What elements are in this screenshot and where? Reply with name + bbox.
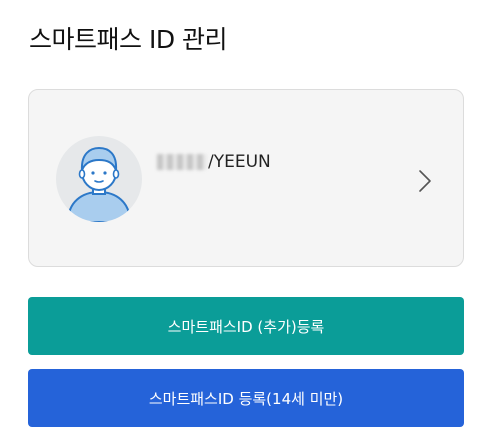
- chevron-right-icon[interactable]: [417, 169, 433, 193]
- user-id-text: /YEEUN: [157, 152, 271, 172]
- profile-card[interactable]: /YEEUN: [28, 89, 464, 267]
- user-avatar-icon: [56, 136, 142, 222]
- register-minor-smartpass-id-button[interactable]: 스마트패스ID 등록(14세 미만): [28, 369, 464, 427]
- smartpass-id-management-page: 스마트패스 ID 관리 /YEEUN 스마트패스ID (추가)등록 스마트패스I…: [0, 0, 500, 446]
- masked-id-portion: [157, 154, 207, 170]
- add-smartpass-id-button[interactable]: 스마트패스ID (추가)등록: [28, 297, 464, 355]
- page-title: 스마트패스 ID 관리: [29, 25, 228, 54]
- user-id-visible: /YEEUN: [208, 152, 271, 172]
